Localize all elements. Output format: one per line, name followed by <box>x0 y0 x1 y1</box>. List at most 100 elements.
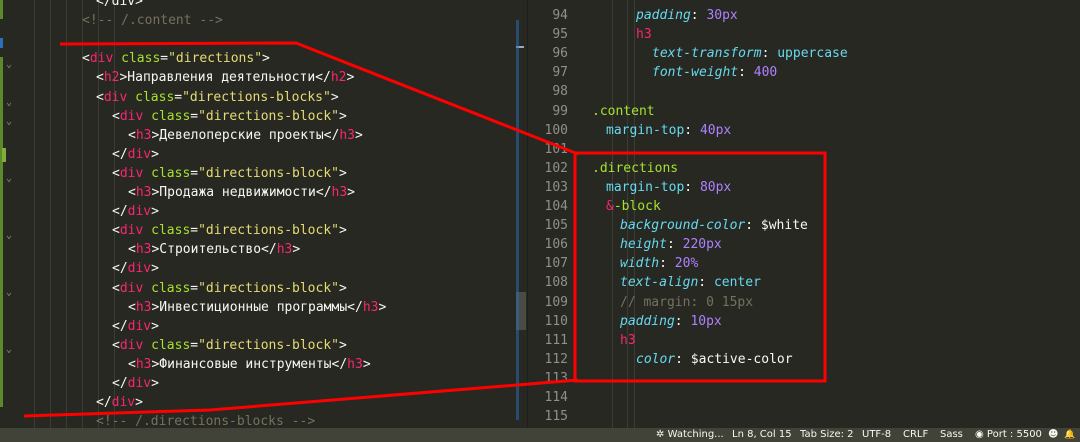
code-token: h3 <box>362 299 379 315</box>
code-line[interactable]: <h3>Продажа недвижимости</h3> <box>128 183 355 202</box>
code-line[interactable]: width: 20% <box>620 254 698 273</box>
code-token: >Девелоперские проекты</ <box>151 127 340 143</box>
code-line[interactable]: text-transform: uppercase <box>652 44 848 63</box>
code-line[interactable]: <!-- /.directions-blocks --> <box>96 412 315 428</box>
encoding[interactable]: UTF-8 <box>862 428 891 442</box>
code-line[interactable]: <div class="directions-block"> <box>112 221 347 240</box>
code-line[interactable]: <div class="directions-blocks"> <box>96 88 339 107</box>
fold-chevron-icon[interactable]: ⌄ <box>6 117 16 127</box>
code-line[interactable]: </div> <box>96 393 143 412</box>
code-line[interactable]: padding: 30px <box>636 6 738 25</box>
code-token: > <box>339 280 347 296</box>
code-line[interactable]: &-block <box>606 197 661 216</box>
code-token: > <box>151 146 159 162</box>
code-line[interactable]: </div> <box>112 317 159 336</box>
code-line[interactable]: </div> <box>112 145 159 164</box>
code-token: $active-color <box>690 351 793 367</box>
code-line[interactable]: background-color: $white <box>620 216 808 235</box>
language-mode[interactable]: Sass <box>940 428 963 442</box>
code-line[interactable]: // margin: 0 15px <box>620 293 753 312</box>
code-token: class <box>143 223 191 239</box>
code-line[interactable]: text-align: center <box>620 273 761 292</box>
code-token: h3 <box>276 242 293 258</box>
fold-chevron-icon[interactable]: ⌄ <box>6 98 16 108</box>
fold-chevron-icon[interactable]: ⌄ <box>6 231 16 241</box>
code-token: .content <box>592 103 655 119</box>
watching-indicator[interactable]: ✲ Watching... <box>656 428 724 442</box>
code-line[interactable]: <h3>Финансовые инструменты</h3> <box>128 355 371 374</box>
code-token: < <box>112 165 120 181</box>
fold-chevron-icon[interactable]: ⌄ <box>6 288 16 298</box>
code-line[interactable]: <div class="directions-block"> <box>112 279 347 298</box>
code-token: : <box>659 256 675 272</box>
code-token: = <box>190 280 199 296</box>
code-line[interactable]: <div class="directions-block"> <box>112 164 347 183</box>
code-token: 400 <box>753 65 778 81</box>
code-line[interactable]: <div class="directions-block"> <box>112 107 347 126</box>
fold-chevron-icon[interactable]: ⌄ <box>6 174 16 184</box>
code-token: margin-top <box>606 122 685 138</box>
code-token: : <box>674 313 691 329</box>
code-token: > <box>339 108 347 124</box>
sass-editor-pane[interactable]: 94 padding: 30px 95 h3 96 text-transform: upp… <box>528 0 1080 428</box>
code-token: > <box>262 51 270 67</box>
code-token: > <box>339 337 347 353</box>
code-line[interactable]: <div class="directions-block"> <box>112 336 347 355</box>
code-token: >Продажа недвижимости</ <box>151 185 332 200</box>
code-token: // margin: 0 15px <box>620 294 754 310</box>
code-line[interactable]: h3 <box>636 25 652 44</box>
notifications-bell-icon[interactable]: 🔔 <box>1064 428 1075 442</box>
code-token: div <box>119 337 144 353</box>
code-line[interactable]: <!-- /.content --> <box>82 11 223 30</box>
cursor-position[interactable]: Ln 8, Col 15 <box>732 428 792 442</box>
fold-chevron-icon[interactable]: ⌄ <box>6 60 16 70</box>
code-token: class <box>127 89 175 105</box>
code-token: 30px <box>706 8 738 23</box>
line-number: 108 <box>544 275 568 291</box>
code-token: width <box>620 256 660 272</box>
git-modified-marker <box>0 0 3 19</box>
code-line[interactable]: <div class="directions"> <box>82 49 270 68</box>
code-line[interactable]: </div> <box>112 259 159 278</box>
sync-icon: ✲ <box>656 429 665 440</box>
line-number: 94 <box>552 8 568 23</box>
code-line[interactable]: margin-top: 80px <box>606 178 731 197</box>
line-number: 97 <box>552 65 568 81</box>
code-line[interactable]: <h3>Инвестиционные программы</h3> <box>128 298 386 317</box>
code-line[interactable]: color: $active-color <box>636 350 793 369</box>
code-token: $white <box>760 218 808 234</box>
code-line[interactable]: padding: 10px <box>620 312 722 331</box>
git-change-marker <box>0 38 3 48</box>
line-number: 105 <box>544 218 568 234</box>
code-line[interactable]: height: 220px <box>620 235 722 254</box>
code-line[interactable]: <h2>Направления деятельности</h2> <box>96 68 354 87</box>
fold-chevron-icon[interactable]: ⌄ <box>6 345 16 355</box>
tab-size[interactable]: Tab Size: 2 <box>800 428 854 442</box>
html-editor-pane[interactable]: ⌄ ⌄ ⌄ ⌄ ⌄ ⌄ ⌄ </div> <!-- /.content --> <d… <box>0 0 528 428</box>
status-bar: ✲ Watching... Ln 8, Col 15 Tab Size: 2 U… <box>0 428 1080 442</box>
code-token: > <box>347 185 355 200</box>
indent-guide <box>34 0 35 428</box>
code-line[interactable]: <h3>Девелоперские проекты</h3> <box>128 126 363 145</box>
live-server-port[interactable]: ◉ Port : 5500 <box>975 428 1042 442</box>
code-token: < <box>96 70 104 86</box>
code-token: : <box>761 46 778 62</box>
code-line[interactable]: font-weight: 400 <box>652 63 777 82</box>
line-ending[interactable]: CRLF <box>903 428 928 442</box>
code-line[interactable]: margin-top: 40px <box>606 121 731 140</box>
code-token: <!-- /.content --> <box>82 13 223 29</box>
feedback-smiley-icon[interactable]: ☻ <box>1048 428 1058 442</box>
code-token: .directions <box>592 160 679 176</box>
code-line[interactable]: .directions <box>592 159 678 178</box>
line-number: 100 <box>544 122 568 138</box>
code-line[interactable]: </div> <box>96 0 143 11</box>
code-token: </ <box>96 395 112 411</box>
code-token: font-weight <box>652 65 739 81</box>
code-line[interactable]: </div> <box>112 374 159 393</box>
code-line[interactable]: <h3>Строительство</h3> <box>128 240 300 259</box>
code-line[interactable]: </div> <box>112 202 159 221</box>
code-token: > <box>330 89 339 105</box>
code-token: div <box>127 376 152 391</box>
code-line[interactable]: .content <box>592 102 655 121</box>
code-line[interactable]: h3 <box>620 331 636 350</box>
